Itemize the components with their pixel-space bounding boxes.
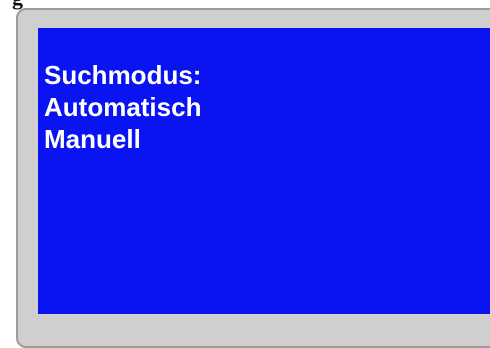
- caption-text: g: [12, 0, 23, 9]
- menu-heading-search-mode: Suchmodus:: [44, 60, 202, 90]
- device-bezel: Suchmodus: Automatisch Manuell: [16, 8, 490, 348]
- lcd-screen: Suchmodus: Automatisch Manuell: [38, 28, 490, 314]
- menu-option-automatic[interactable]: Automatisch: [44, 92, 201, 122]
- menu-option-manual[interactable]: Manuell: [44, 124, 141, 154]
